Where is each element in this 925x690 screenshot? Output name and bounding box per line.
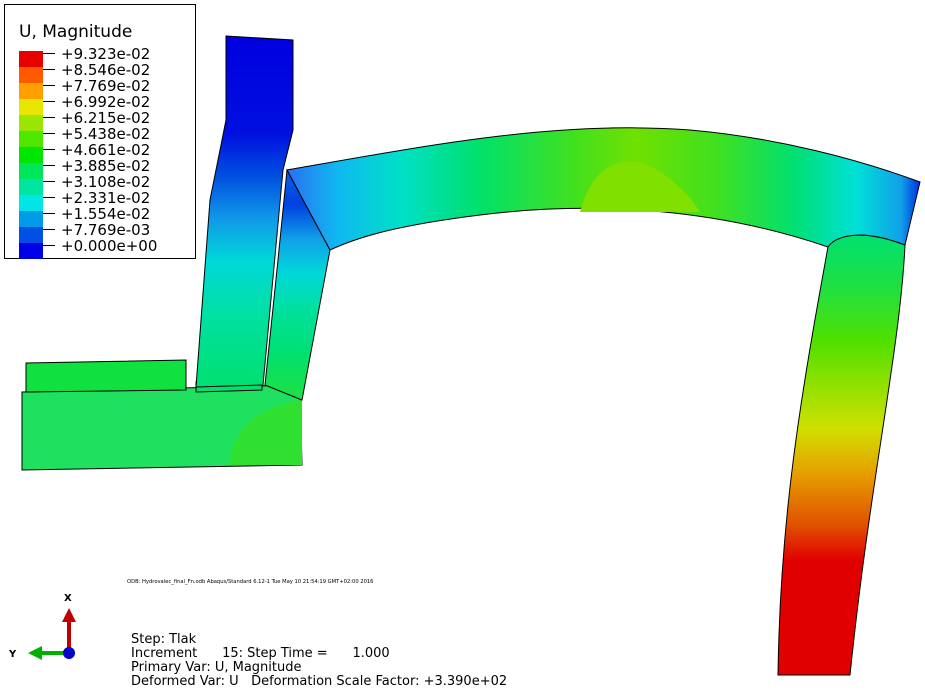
legend-tick <box>43 85 55 86</box>
triad-y-label: Y <box>8 649 17 660</box>
legend-label: +9.323e-02 <box>61 45 151 63</box>
triad-x-label: X <box>64 593 72 604</box>
step-label: Step: Tlak <box>131 632 197 647</box>
legend-tick <box>43 197 55 198</box>
legend-swatch <box>19 115 43 131</box>
legend-swatch <box>19 227 43 243</box>
legend-swatch <box>19 131 43 147</box>
legend-label: +6.992e-02 <box>61 93 151 111</box>
legend-label: +3.108e-02 <box>61 173 151 191</box>
legend-tick <box>43 69 55 70</box>
legend-swatch <box>19 67 43 83</box>
legend-tick <box>43 213 55 214</box>
legend-label: +6.215e-02 <box>61 109 151 127</box>
axis-triad: X Y <box>8 593 76 660</box>
legend-tick <box>43 149 55 150</box>
increment-label: Increment 15: Step Time = 1.000 <box>131 646 390 661</box>
legend-swatch <box>19 243 43 259</box>
legend-swatch <box>19 195 43 211</box>
primary-var-label: Primary Var: U, Magnitude <box>131 660 302 675</box>
legend-tick <box>43 165 55 166</box>
legend-label: +1.554e-02 <box>61 205 151 223</box>
legend-label: +5.438e-02 <box>61 125 151 143</box>
legend-label: +0.000e+00 <box>61 237 158 255</box>
legend-label: +4.661e-02 <box>61 141 151 159</box>
legend-panel: U, Magnitude +9.323e-02 +8.546e-02 +7.769e… <box>4 4 196 259</box>
deformed-var-label: Deformed Var: U Deformation Scale Factor… <box>131 674 508 689</box>
legend-tick <box>43 229 55 230</box>
legend-swatch <box>19 179 43 195</box>
odb-info-line: ODB: Hydrovalec_final_Fn.odb Abaqus/Stan… <box>127 579 374 585</box>
legend-label: +3.885e-02 <box>61 157 151 175</box>
legend-swatch <box>19 83 43 99</box>
legend-tick <box>43 53 55 54</box>
legend-swatch <box>19 163 43 179</box>
legend-label: +7.769e-03 <box>61 221 151 239</box>
legend-label: +8.546e-02 <box>61 61 151 79</box>
legend-tick <box>43 245 55 246</box>
legend-tick <box>43 133 55 134</box>
right-leg <box>777 234 906 676</box>
legend-swatch <box>19 211 43 227</box>
legend-tick <box>43 117 55 118</box>
base-lip <box>25 359 187 393</box>
legend-swatch <box>19 99 43 115</box>
legend-tick <box>43 101 55 102</box>
legend-tick <box>43 181 55 182</box>
legend-label: +2.331e-02 <box>61 189 151 207</box>
legend-swatch <box>19 147 43 163</box>
legend-label: +7.769e-02 <box>61 77 151 95</box>
step-info: Step: Tlak Increment 15: Step Time = 1.0… <box>131 633 507 689</box>
legend-swatch <box>19 51 43 67</box>
legend-title: U, Magnitude <box>19 22 133 42</box>
